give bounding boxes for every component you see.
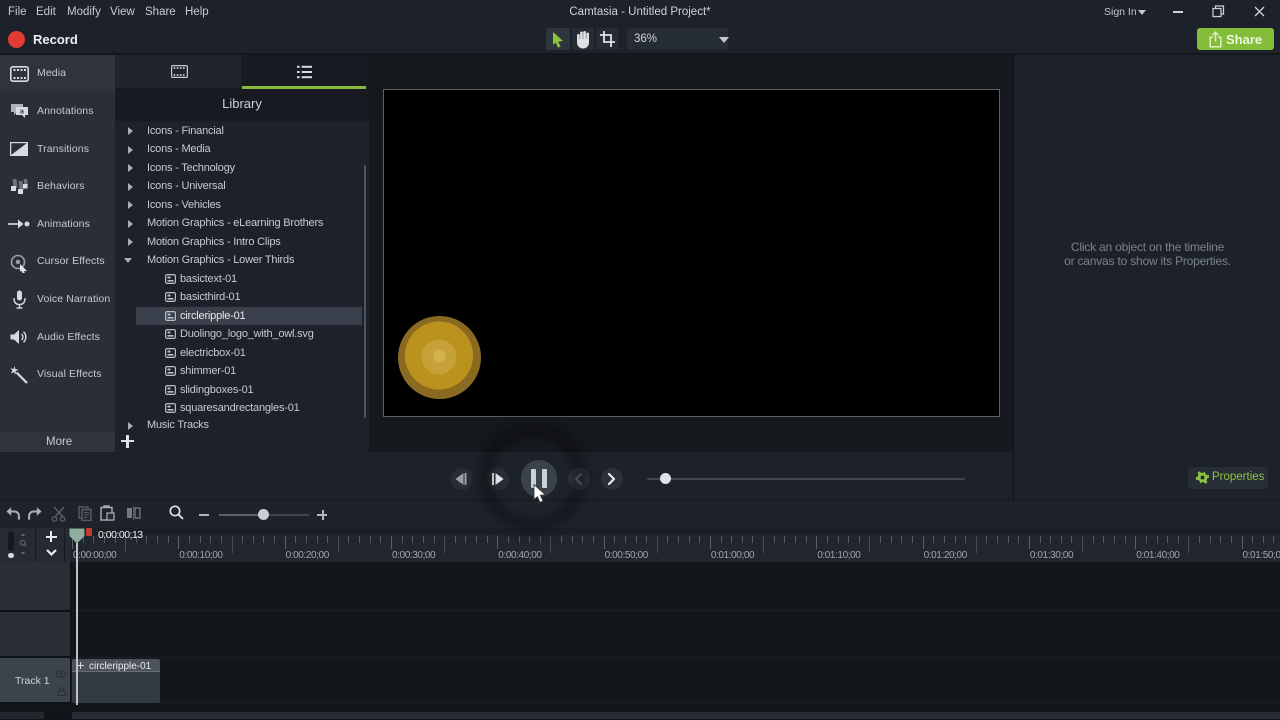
svg-text:a: a	[20, 109, 24, 116]
